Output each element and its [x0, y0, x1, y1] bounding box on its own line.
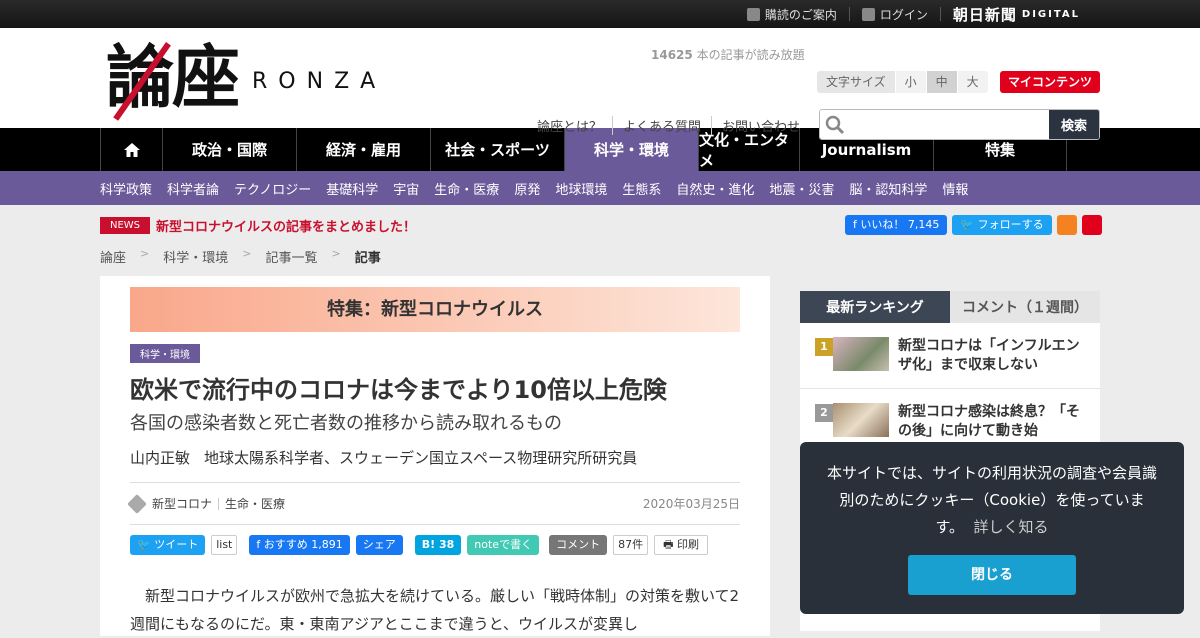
tab-comment-ranking[interactable]: コメント（１週間） — [950, 291, 1100, 323]
tag-link[interactable]: 生命・医療 — [225, 495, 285, 512]
cookie-message: 本サイトでは、サイトの利用状況の調査や会員識別のためにクッキー（Cookie）を… — [826, 464, 1157, 536]
font-size-small[interactable]: 小 — [894, 71, 926, 93]
divider — [218, 497, 220, 510]
login-link[interactable]: ログイン — [861, 6, 928, 23]
subnav-item[interactable]: 生命・医療 — [434, 179, 499, 198]
subnav-item[interactable]: 科学者論 — [167, 179, 219, 198]
rank-badge: 1 — [815, 338, 833, 356]
category-badge[interactable]: 科学・環境 — [130, 344, 200, 363]
author-name[interactable]: 山内正敏 — [130, 449, 190, 467]
facebook-recommend-button[interactable]: f おすすめ 1,891 — [249, 535, 350, 555]
news-banner: NEWS 新型コロナウイルスの記事をまとめました！ — [100, 216, 416, 235]
lock-icon — [861, 7, 875, 21]
twitter-follow-button[interactable]: 🐦 フォローする — [952, 215, 1052, 235]
ranking-tabs: 最新ランキング コメント（１週間） — [800, 291, 1100, 323]
top-utility-bar: 購読のご案内 ログイン 朝日新聞 DIGITAL — [0, 0, 1200, 28]
rss-icon[interactable] — [1056, 215, 1077, 235]
about-link[interactable]: 論座とは？ — [537, 116, 612, 135]
comment-button[interactable]: コメント — [549, 535, 608, 555]
facebook-like-button[interactable]: f いいね！ 7,145 — [845, 215, 948, 235]
chevron-right-icon: > — [242, 247, 252, 260]
breadcrumb-current: 記事 — [354, 251, 381, 266]
logo-roman: RONZA — [252, 68, 387, 94]
mail-icon[interactable] — [1081, 215, 1102, 235]
chevron-right-icon: > — [140, 247, 150, 260]
subnav-item[interactable]: 科学政策 — [100, 179, 152, 198]
search-input[interactable] — [850, 110, 1049, 139]
cookie-close-button[interactable]: 閉じる — [908, 555, 1076, 595]
sub-nav: 科学政策 科学者論 テクノロジー 基礎科学 宇宙 生命・医療 原発 地球環境 生… — [0, 171, 1200, 205]
subnav-item[interactable]: テクノロジー — [234, 179, 311, 198]
home-nav[interactable] — [100, 128, 162, 171]
search-icon — [820, 110, 850, 139]
search-button[interactable]: 検索 — [1049, 110, 1099, 139]
edit-icon — [746, 7, 760, 21]
breadcrumb: 論座 > 科学・環境 > 記事一覧 > 記事 — [100, 247, 381, 266]
subnav-item[interactable]: 自然史・進化 — [676, 179, 754, 198]
my-contents-button[interactable]: マイコンテンツ — [1000, 71, 1100, 93]
feature-banner[interactable]: 特集：新型コロナウイルス — [130, 287, 740, 332]
subnav-item[interactable]: 基礎科学 — [326, 179, 378, 198]
news-link[interactable]: 新型コロナウイルスの記事をまとめました！ — [156, 216, 416, 235]
search-box: 検索 — [819, 109, 1100, 140]
article-title: 欧米で流行中のコロナは今までより10倍以上危険 — [130, 376, 667, 404]
divider — [939, 7, 941, 21]
note-button[interactable]: noteで書く — [467, 535, 540, 555]
subnav-item[interactable]: 地球環境 — [555, 179, 607, 198]
nav-politics[interactable]: 政治・国際 — [162, 128, 296, 171]
subnav-item[interactable]: 地震・災害 — [769, 179, 834, 198]
twitter-list-button[interactable]: list — [211, 535, 238, 555]
ranking-thumbnail — [833, 403, 889, 437]
breadcrumb-item[interactable]: 論座 — [100, 247, 126, 266]
breadcrumb-item[interactable]: 科学・環境 — [163, 247, 228, 266]
news-tag: NEWS — [100, 217, 151, 234]
ronza-logo[interactable]: 論座 RONZA — [106, 38, 387, 121]
subnav-item[interactable]: 宇宙 — [393, 179, 419, 198]
article-count: 14625 本の記事が読み放題 — [651, 48, 805, 62]
divider — [848, 7, 850, 21]
article-meta: 新型コロナ 生命・医療 2020年03月25日 — [127, 482, 740, 525]
faq-link[interactable]: よくある質問 — [612, 116, 711, 135]
subnav-item[interactable]: 情報 — [942, 179, 968, 198]
cookie-more-link[interactable]: 詳しく知る — [974, 518, 1049, 536]
font-size-large[interactable]: 大 — [956, 71, 988, 93]
font-size-medium[interactable]: 中 — [925, 71, 957, 93]
subnav-item[interactable]: 脳・認知科学 — [849, 179, 927, 198]
breadcrumb-item[interactable]: 記事一覧 — [265, 247, 317, 266]
subnav-item[interactable]: 原発 — [514, 179, 540, 198]
author-role: 地球太陽系科学者、スウェーデン国立スペース物理研究所研究員 — [204, 449, 638, 467]
tag-link[interactable]: 新型コロナ — [152, 495, 212, 512]
home-icon — [123, 142, 140, 157]
asahi-logo[interactable]: 朝日新聞 — [953, 4, 1017, 25]
publish-date: 2020年03月25日 — [642, 497, 740, 511]
comment-count: 87件 — [613, 535, 649, 555]
subnav-item[interactable]: 生態系 — [622, 179, 661, 198]
facebook-share-button[interactable]: シェア — [355, 535, 403, 555]
social-follow: f いいね！ 7,145 🐦 フォローする — [845, 215, 1102, 235]
subscribe-link[interactable]: 購読のご案内 — [746, 6, 837, 23]
digital-logo: DIGITAL — [1021, 8, 1080, 20]
article-subtitle: 各国の感染者数と死亡者数の推移から読み取れるもの — [130, 413, 562, 434]
share-bar: 🐦 ツイート list f おすすめ 1,891 シェア B! 38 noteで… — [130, 535, 708, 555]
ranking-item[interactable]: 1 新型コロナは「インフルエンザ化」まで収束しない — [800, 323, 1100, 389]
contact-link[interactable]: お問い合わせ — [711, 116, 810, 135]
nav-economy[interactable]: 経済・雇用 — [296, 128, 430, 171]
rank-badge: 2 — [815, 404, 833, 422]
ranking-title: 新型コロナは「インフルエンザ化」まで収束しない — [898, 338, 1080, 373]
print-button[interactable]: 🖶 印刷 — [654, 535, 708, 555]
site-header: 論座 RONZA 14625 本の記事が読み放題 文字サイズ 小 中 大 マイコ… — [0, 28, 1200, 140]
chevron-right-icon: > — [331, 247, 341, 260]
tag-icon — [127, 493, 147, 514]
author-line: 山内正敏 地球太陽系科学者、スウェーデン国立スペース物理研究所研究員 — [130, 447, 637, 468]
font-size-switcher: 文字サイズ 小 中 大 — [817, 71, 988, 93]
ranking-thumbnail — [833, 337, 889, 371]
header-links: 論座とは？ よくある質問 お問い合わせ — [537, 116, 810, 135]
hatena-bookmark-button[interactable]: B! 38 — [414, 535, 462, 555]
tweet-button[interactable]: 🐦 ツイート — [130, 535, 206, 555]
tab-latest-ranking[interactable]: 最新ランキング — [800, 291, 950, 323]
cookie-consent-dialog: 本サイトでは、サイトの利用状況の調査や会員識別のためにクッキー（Cookie）を… — [800, 442, 1184, 614]
font-size-label: 文字サイズ — [817, 71, 895, 93]
article: 特集：新型コロナウイルス 科学・環境 欧米で流行中のコロナは今までより10倍以上… — [100, 276, 770, 636]
